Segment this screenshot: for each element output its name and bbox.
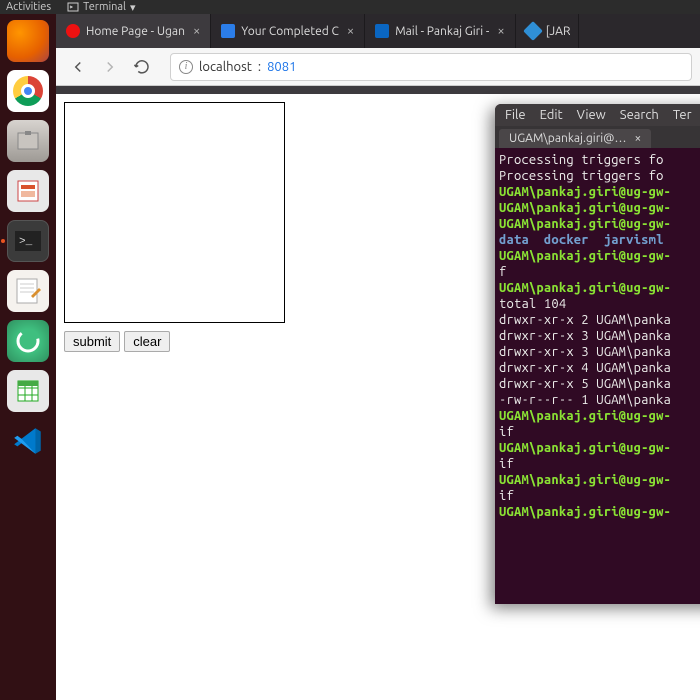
tab-label: Mail - Pankaj Giri - [395,25,489,38]
active-app-label: Terminal [83,1,126,13]
favicon-icon [375,24,389,38]
reload-button[interactable] [128,53,156,81]
vscode-app[interactable] [7,420,49,462]
calc-app[interactable] [7,370,49,412]
gnome-topbar: Activities Terminal ▾ [0,0,700,14]
close-icon[interactable]: × [345,24,356,38]
gedit-app[interactable] [7,270,49,312]
impress-app[interactable] [7,170,49,212]
url-colon: : [258,60,261,74]
svg-text:>_: >_ [19,236,33,248]
activities-button[interactable]: Activities [6,1,51,13]
tab-completed[interactable]: Your Completed C × [211,14,365,48]
vpn-app[interactable] [7,320,49,362]
tab-label: Your Completed C [241,25,339,38]
terminal-app[interactable]: >_ [7,220,49,262]
url-port: 8081 [267,60,296,74]
favicon-icon [221,24,235,38]
firefox-window: Home Page - Ugan × Your Completed C × Ma… [56,14,700,94]
tab-home-page[interactable]: Home Page - Ugan × [56,14,211,48]
terminal-tabstrip: UGAM\pankaj.giri@… × [495,126,700,148]
menu-search[interactable]: Search [620,108,659,122]
close-icon[interactable]: × [191,24,202,38]
menu-terminal[interactable]: Ter [673,108,692,122]
terminal-tab-label: UGAM\pankaj.giri@… [509,132,626,145]
menu-view[interactable]: View [577,108,606,122]
firefox-toolbar: i localhost:8081 [56,48,700,86]
files-app[interactable] [7,120,49,162]
close-icon[interactable]: × [495,24,506,38]
favicon-icon [523,21,543,41]
menu-edit[interactable]: Edit [540,108,563,122]
site-info-icon[interactable]: i [179,60,193,74]
tab-label: Home Page - Ugan [86,25,185,38]
terminal-icon [67,1,79,13]
firefox-tabstrip: Home Page - Ugan × Your Completed C × Ma… [56,14,700,48]
terminal-output[interactable]: Processing triggers fo Processing trigge… [495,148,700,524]
url-host: localhost [199,60,252,74]
forward-button[interactable] [96,53,124,81]
chrome-app[interactable] [7,70,49,112]
drawing-canvas[interactable] [64,102,285,323]
tab-mail[interactable]: Mail - Pankaj Giri - × [365,14,516,48]
clear-button[interactable]: clear [124,331,170,352]
terminal-tab[interactable]: UGAM\pankaj.giri@… × [499,129,651,148]
terminal-window: File Edit View Search Ter UGAM\pankaj.gi… [495,104,700,604]
chevron-down-icon: ▾ [130,1,136,14]
active-app-indicator[interactable]: Terminal ▾ [67,1,135,14]
back-button[interactable] [64,53,92,81]
favicon-icon [66,24,80,38]
tab-jar[interactable]: [JAR [516,14,580,48]
close-icon[interactable]: × [634,132,641,145]
tab-label: [JAR [546,25,571,38]
firefox-app[interactable] [7,20,49,62]
url-bar[interactable]: i localhost:8081 [170,53,692,81]
menu-file[interactable]: File [505,108,526,122]
ubuntu-dock: >_ [0,14,56,700]
terminal-menubar: File Edit View Search Ter [495,104,700,126]
submit-button[interactable]: submit [64,331,120,352]
